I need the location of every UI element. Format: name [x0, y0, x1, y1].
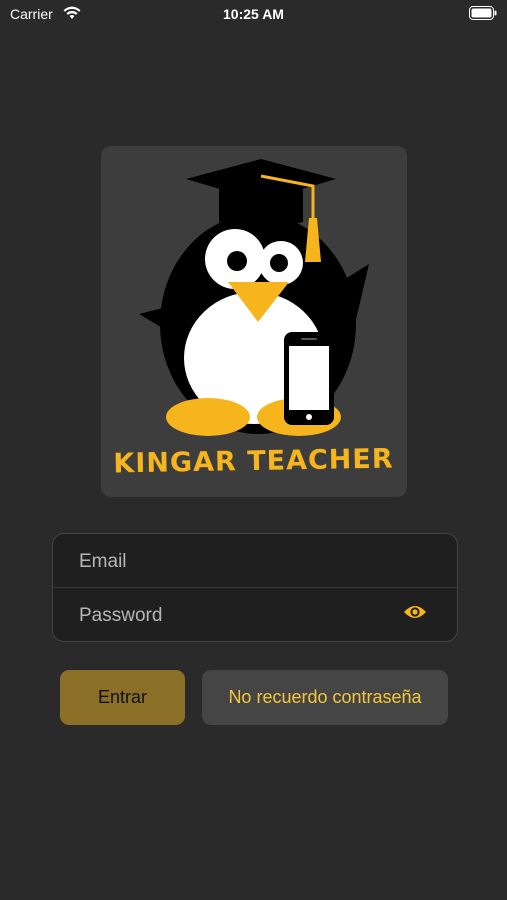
login-form	[52, 533, 458, 642]
status-bar: Carrier 10:25 AM	[0, 0, 507, 28]
email-field	[53, 534, 457, 588]
logo-text: KINGAR TEACHER	[113, 443, 394, 480]
eye-icon[interactable]	[403, 604, 427, 625]
login-screen: Carrier 10:25 AM KINGAR TEACHER Email En…	[0, 0, 507, 900]
clock: 10:25 AM	[223, 6, 284, 22]
email-input[interactable]	[77, 544, 391, 580]
battery-full-icon	[469, 6, 497, 25]
forgot-password-button[interactable]: No recuerdo contraseña	[202, 670, 448, 725]
password-input[interactable]	[77, 598, 391, 634]
enter-button[interactable]: Entrar	[60, 670, 185, 725]
password-field	[53, 588, 457, 641]
